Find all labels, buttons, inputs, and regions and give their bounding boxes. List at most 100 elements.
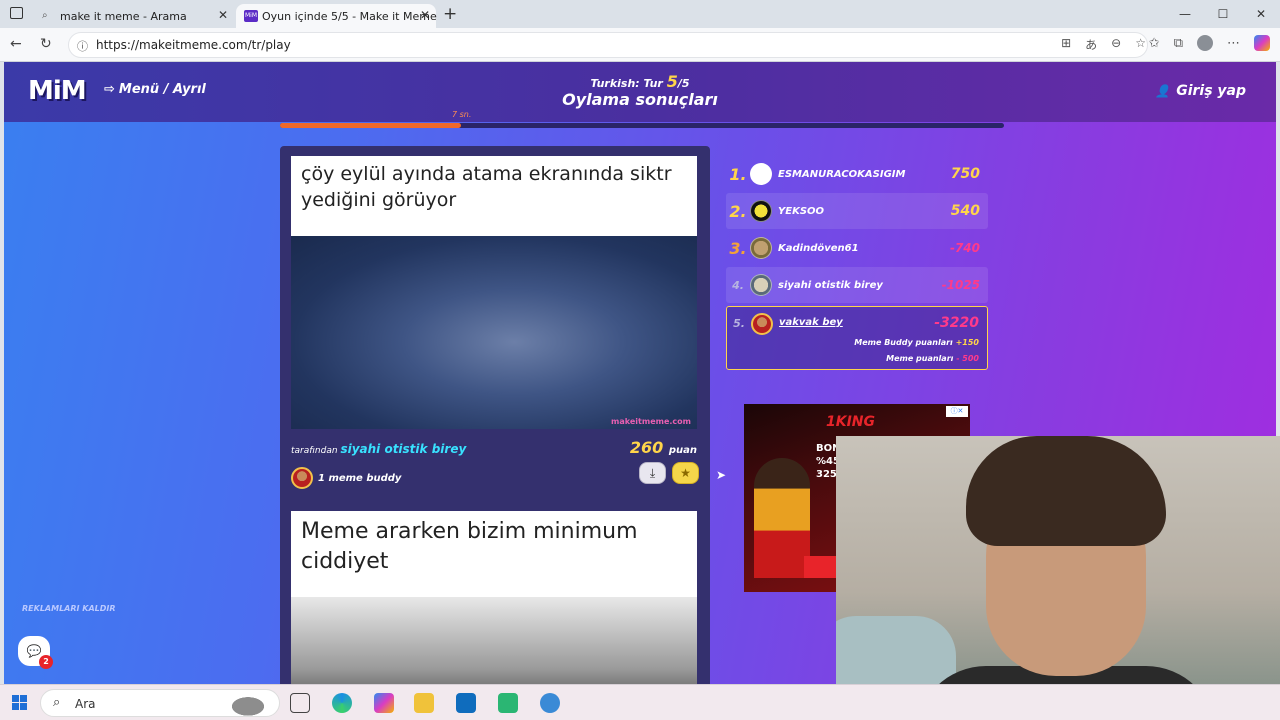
site-info-icon[interactable]: ⓘ <box>77 38 88 54</box>
favorite-star-icon[interactable]: ☆ <box>1135 36 1146 53</box>
breakdown-value: +150 <box>955 338 979 347</box>
buddy-avatar <box>291 467 313 489</box>
login-button[interactable]: 👤 Giriş yap <box>1155 83 1246 99</box>
ad-player-image <box>754 458 810 578</box>
close-icon[interactable]: ✕ <box>420 8 430 22</box>
meme-meta: tarafından siyahi otistik birey 260 puan <box>291 438 697 458</box>
taskbar-search[interactable]: ⌕ Ara <box>40 689 280 717</box>
minimize-icon[interactable]: — <box>1166 0 1204 28</box>
player-avatar <box>751 313 773 335</box>
tab-title: Oyun içinde 5/5 - Make it Meme <box>262 9 437 23</box>
score-breakdown-buddy: Meme Buddy puanları +150 <box>854 338 979 347</box>
outlook-icon[interactable] <box>456 693 476 713</box>
game-header: MiM ⇨ Menü / Ayrıl Turkish: Tur 5/5 Oylam… <box>4 62 1276 122</box>
copilot-icon[interactable] <box>1254 35 1270 51</box>
windows-taskbar: ⌕ Ara <box>0 684 1280 720</box>
leaderboard-row: 2. YEKSOO 540 <box>726 193 988 229</box>
player-avatar <box>750 163 772 185</box>
chat-bubble-icon: 💬 <box>26 644 42 658</box>
close-icon[interactable]: ✕ <box>218 8 228 22</box>
watermark: makeitmeme.com <box>611 417 691 426</box>
tab-actions-icon[interactable] <box>10 7 23 19</box>
ad-brand: 1KING <box>826 414 876 430</box>
refresh-icon[interactable]: ↻ <box>40 36 52 52</box>
profile-avatar[interactable] <box>1197 35 1213 51</box>
back-icon[interactable]: ← <box>10 36 22 52</box>
meme-results-panel: çöy eylül ayında atama ekranında siktr y… <box>280 146 710 684</box>
address-actions: ⊞ あ ⊖ ☆ <box>1061 36 1146 53</box>
chat-app-icon[interactable] <box>498 693 518 713</box>
player-rank: 5. <box>733 317 745 330</box>
search-highlight-icon <box>223 692 273 716</box>
browser-tab-game[interactable]: MiM Oyun içinde 5/5 - Make it Meme ✕ <box>236 4 437 28</box>
edge-icon[interactable] <box>332 693 352 713</box>
breakdown-value: - 500 <box>956 354 979 363</box>
close-window-icon[interactable]: ✕ <box>1242 0 1280 28</box>
player-name: siyahi otistik birey <box>778 279 883 291</box>
window-controls: — ☐ ✕ <box>1166 0 1280 28</box>
round-prefix: Turkish: Tur <box>590 77 667 90</box>
taskbar-search-text: Ara <box>75 697 96 711</box>
windows-start-icon[interactable] <box>12 695 27 710</box>
search-icon: ⌕ <box>42 10 48 21</box>
maximize-icon[interactable]: ☐ <box>1204 0 1242 28</box>
leaderboard-row: 4. siyahi otistik birey -1025 <box>726 267 988 303</box>
url-field[interactable]: ⓘ https://makeitmeme.com/tr/play <box>68 32 1148 58</box>
site-favicon-icon: MiM <box>244 10 258 22</box>
collections-icon[interactable]: ⧉ <box>1174 36 1183 51</box>
tab-title: make it meme - Arama <box>60 9 187 23</box>
translate-icon[interactable]: あ <box>1085 36 1097 53</box>
ad-choices-icon[interactable]: ⓘ✕ <box>946 406 968 417</box>
streamer-hair <box>966 436 1166 546</box>
points-value: 260 <box>629 438 664 457</box>
browser-tab-search[interactable]: ⌕ make it meme - Arama ✕ <box>34 4 234 28</box>
meme-actions: ⤓ ★ <box>639 462 699 484</box>
more-icon[interactable]: ⋯ <box>1227 36 1240 51</box>
round-indicator: Turkish: Tur 5/5 <box>4 72 1276 91</box>
player-name[interactable]: vakvak bey <box>779 317 934 328</box>
address-bar: ← ↻ ⓘ https://makeitmeme.com/tr/play ⊞ あ… <box>0 28 1280 62</box>
by-prefix: tarafından <box>291 446 341 456</box>
meme-author: siyahi otistik birey <box>340 442 467 456</box>
phase-title: Oylama sonuçları <box>562 90 718 109</box>
player-avatar <box>750 274 772 296</box>
task-view-icon[interactable] <box>290 693 310 713</box>
player-name: Kadindöven61 <box>778 242 859 254</box>
zoom-icon[interactable]: ⊖ <box>1111 36 1121 53</box>
meme-image: makeitmeme.com <box>291 236 697 429</box>
player-rank: 1. <box>729 164 747 184</box>
file-explorer-icon[interactable] <box>414 693 434 713</box>
search-icon: ⌕ <box>53 695 61 710</box>
copilot-app-icon[interactable] <box>374 693 394 713</box>
star-icon: ★ <box>680 466 691 480</box>
player-score: 540 <box>950 203 980 219</box>
chat-button[interactable]: 💬 2 <box>18 636 53 669</box>
player-name: ESMANURACOKASIGIM <box>778 168 906 180</box>
timer-label: 7 sn. <box>452 110 472 119</box>
leaderboard-row: 1. ESMANURACOKASIGIM 750 <box>726 156 988 192</box>
breakdown-label: Meme puanları <box>886 354 954 363</box>
player-rank: 2. <box>729 201 747 221</box>
points-unit: puan <box>668 445 697 456</box>
ad-cta-button[interactable] <box>804 556 840 578</box>
download-icon: ⤓ <box>649 465 656 480</box>
favorite-button[interactable]: ★ <box>672 462 699 484</box>
apps-icon[interactable]: ⊞ <box>1061 36 1071 53</box>
player-score: -3220 <box>934 315 979 331</box>
mouse-cursor-icon: ➤ <box>716 468 727 482</box>
download-button[interactable]: ⤓ <box>639 462 666 484</box>
webcam-overlay <box>836 436 1280 720</box>
favorites-icon[interactable]: ✩ <box>1149 36 1160 51</box>
new-tab-button[interactable]: + <box>443 4 457 24</box>
leaderboard-row-current-player: 5. vakvak bey -3220 Meme Buddy puanları … <box>726 306 988 370</box>
breakdown-label: Meme Buddy puanları <box>854 338 953 347</box>
meme-image <box>291 597 697 684</box>
url-text: https://makeitmeme.com/tr/play <box>96 38 291 52</box>
settings-app-icon[interactable] <box>540 693 560 713</box>
score-breakdown-meme: Meme puanları - 500 <box>886 354 979 363</box>
meme-caption: çöy eylül ayında atama ekranında siktr y… <box>301 163 672 211</box>
meme-byline: tarafından siyahi otistik birey <box>291 442 466 456</box>
round-total: /5 <box>677 77 690 90</box>
remove-ads-link[interactable]: REKLAMLARI KALDIR <box>22 604 116 613</box>
meme-card: Meme ararken bizim minimum ciddiyet <box>291 511 697 684</box>
